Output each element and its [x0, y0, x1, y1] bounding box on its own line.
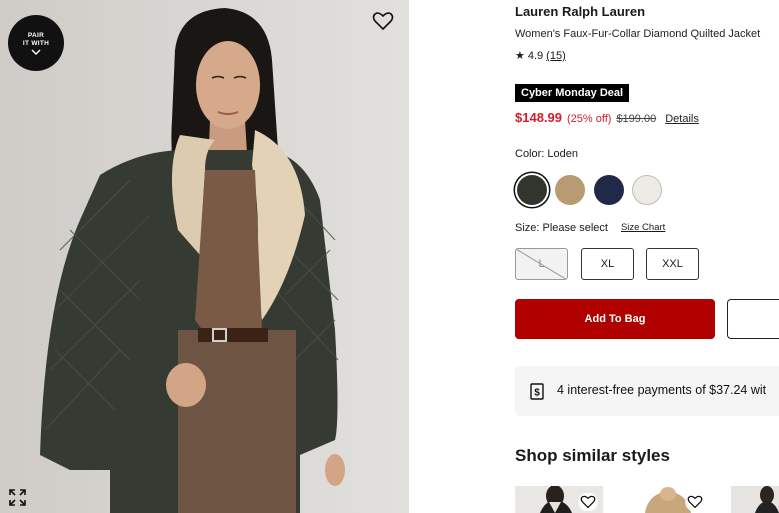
discount-percent: (25% off)	[567, 113, 612, 125]
expand-icon[interactable]	[9, 489, 26, 506]
similar-styles-heading: Shop similar styles	[515, 446, 670, 465]
size-option-label: XL	[600, 258, 615, 270]
sale-price: $148.99	[515, 110, 562, 125]
size-option-xxl[interactable]: XXL	[646, 248, 699, 280]
color-swatch-navy[interactable]	[594, 175, 624, 205]
similar-product-image	[731, 486, 779, 513]
size-chart-link[interactable]: Size Chart	[621, 222, 665, 234]
model-photo	[0, 0, 409, 513]
heart-icon[interactable]	[685, 493, 705, 511]
product-rating[interactable]: ★ 4.9 (15)	[515, 50, 566, 62]
chevron-down-icon	[31, 49, 41, 55]
add-to-bag-button[interactable]: Add To Bag	[515, 299, 715, 339]
pair-badge-line2: IT WITH	[22, 39, 50, 47]
price-row: $148.99 (25% off) $199.00 Details	[515, 110, 699, 125]
price-details-link[interactable]: Details	[665, 113, 699, 125]
rating-count-link[interactable]: (15)	[546, 50, 566, 62]
size-label-row: Size: Please select Size Chart	[515, 222, 665, 234]
color-swatch-camel[interactable]	[555, 175, 585, 205]
product-image[interactable]: PAIR IT WITH	[0, 0, 409, 513]
deal-badge: Cyber Monday Deal	[515, 84, 630, 102]
size-option-label: L	[538, 258, 545, 270]
size-option-l[interactable]: L	[515, 248, 568, 280]
heart-icon[interactable]	[372, 11, 394, 31]
star-icon: ★	[515, 49, 525, 62]
installment-text: 4 interest-free payments of $37.24 wit	[557, 383, 767, 397]
brand-name[interactable]: Lauren Ralph Lauren	[515, 4, 645, 19]
size-option-label: XXL	[662, 258, 683, 270]
svg-text:$: $	[534, 388, 540, 399]
pair-badge-line1: PAIR	[27, 31, 45, 39]
original-price: $199.00	[616, 113, 657, 125]
installment-payment-banner[interactable]: $ 4 interest-free payments of $37.24 wit	[515, 366, 779, 416]
size-option-xl[interactable]: XL	[581, 248, 634, 280]
similar-product-thumbnail[interactable]	[731, 486, 779, 513]
product-title: Women's Faux-Fur-Collar Diamond Quilted …	[515, 28, 761, 40]
secondary-action-button[interactable]	[727, 299, 779, 339]
size-label: Size: Please select	[515, 222, 608, 234]
color-swatch-cream[interactable]	[632, 175, 662, 205]
pair-it-with-button[interactable]: PAIR IT WITH	[8, 15, 64, 71]
rating-value: 4.9	[527, 50, 544, 62]
heart-icon[interactable]	[578, 493, 598, 511]
color-swatch-loden[interactable]	[517, 175, 547, 205]
color-label: Color: Loden	[515, 148, 578, 160]
dollar-tag-icon: $	[530, 383, 544, 400]
